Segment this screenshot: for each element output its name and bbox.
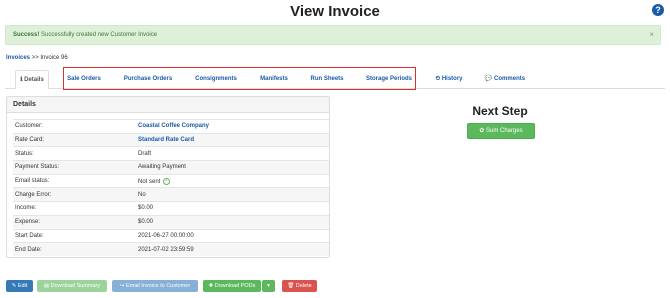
table-row: Expense: $0.00 bbox=[13, 215, 329, 229]
rate-card-link[interactable]: Standard Rate Card bbox=[138, 137, 194, 143]
table-row: Charge Error: No bbox=[13, 187, 329, 202]
end-date-label: End Date: bbox=[15, 246, 42, 253]
alert-strong: Success! bbox=[13, 32, 40, 38]
breadcrumb-invoices-link[interactable]: Invoices bbox=[6, 55, 30, 61]
page-title: View Invoice bbox=[290, 3, 380, 20]
table-row: End Date: 2021-07-02 23:59:59 bbox=[13, 242, 329, 257]
details-panel: Details Customer: Coastal Coffee Company… bbox=[6, 96, 330, 258]
email-status-cell: Not sent ✓ bbox=[136, 174, 329, 188]
close-icon[interactable]: × bbox=[649, 26, 654, 44]
status-value: Draft bbox=[138, 150, 152, 157]
success-alert: Success! Successfully created new Custom… bbox=[5, 25, 661, 45]
table-row: Rate Card: Standard Rate Card bbox=[13, 133, 329, 147]
rate-card-label: Rate Card: bbox=[15, 137, 45, 144]
table-row: Payment Status: Awaiting Payment bbox=[13, 160, 329, 175]
start-date-value: 2021-06-27 00:00:00 bbox=[138, 232, 194, 239]
tab-history[interactable]: ⏲ History bbox=[430, 70, 468, 89]
end-date-value: 2021-07-02 23:59:59 bbox=[138, 246, 194, 253]
next-step-title: Next Step bbox=[472, 104, 528, 118]
table-row: Status: Draft bbox=[13, 146, 329, 161]
alert-message: Successfully created new Customer Invoic… bbox=[39, 32, 158, 38]
delete-button[interactable]: 🗑 Delete bbox=[282, 280, 317, 292]
breadcrumb-separator: >> bbox=[30, 55, 41, 61]
details-table: Customer: Coastal Coffee Company Rate Ca… bbox=[13, 119, 329, 257]
edit-button[interactable]: ✎ Edit bbox=[6, 280, 33, 292]
expense-value: $0.00 bbox=[138, 219, 154, 226]
charge-error-label: Charge Error: bbox=[15, 191, 52, 198]
check-circle-icon: ✓ bbox=[163, 177, 171, 185]
sum-charges-button[interactable]: ✿ Sum Charges bbox=[467, 123, 535, 139]
details-heading: Details bbox=[7, 97, 329, 113]
customer-link[interactable]: Coastal Coffee Company bbox=[138, 123, 209, 129]
breadcrumb: Invoices >> Invoice 96 bbox=[6, 55, 68, 61]
chevron-down-icon[interactable]: ▾ bbox=[262, 280, 275, 292]
income-value: $0.00 bbox=[138, 205, 154, 212]
download-pods-button[interactable]: ✚ Download PODs bbox=[203, 280, 261, 292]
table-row: Email status: Not sent ✓ bbox=[13, 174, 329, 188]
status-label: Status: bbox=[15, 150, 34, 157]
tabs-highlight-box bbox=[63, 67, 416, 90]
customer-label: Customer: bbox=[15, 123, 43, 130]
email-invoice-button[interactable]: ↪ Email Invoice to Customer bbox=[112, 280, 198, 292]
breadcrumb-current: Invoice 96 bbox=[40, 55, 68, 61]
start-date-label: Start Date: bbox=[15, 232, 44, 239]
expense-label: Expense: bbox=[15, 219, 41, 226]
income-label: Income: bbox=[15, 205, 37, 212]
charge-error-value: No bbox=[138, 191, 146, 198]
email-status-label: Email status: bbox=[15, 178, 50, 185]
table-row: Income: $0.00 bbox=[13, 201, 329, 216]
payment-status-label: Payment Status: bbox=[15, 164, 60, 171]
email-status-value: Not sent bbox=[138, 178, 161, 185]
help-icon[interactable]: ? bbox=[652, 4, 664, 16]
download-summary-button[interactable]: ▤ Download Summary bbox=[37, 280, 107, 292]
tab-comments[interactable]: 💬 Comments bbox=[481, 70, 529, 89]
table-row: Start Date: 2021-06-27 00:00:00 bbox=[13, 229, 329, 243]
tab-details[interactable]: ℹ Details bbox=[15, 70, 49, 89]
table-row: Customer: Coastal Coffee Company bbox=[13, 119, 329, 134]
payment-status-value: Awaiting Payment bbox=[138, 164, 186, 171]
